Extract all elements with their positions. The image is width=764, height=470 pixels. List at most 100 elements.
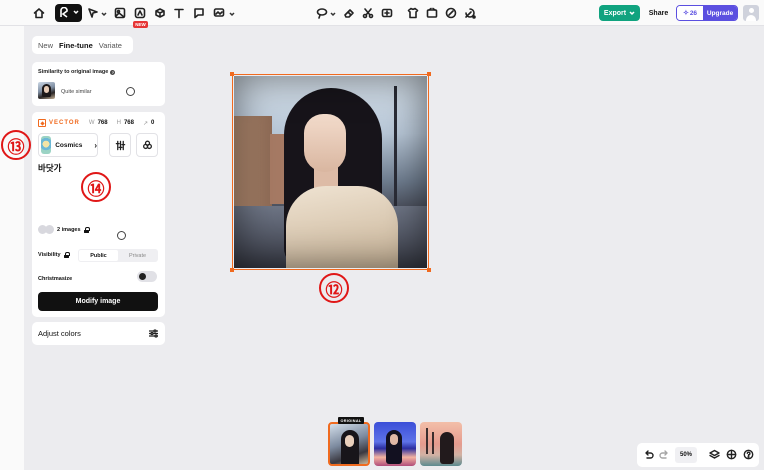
export-button[interactable]: Export [599,5,640,21]
sliders-vertical-icon [115,140,125,150]
adjust-colors-card[interactable]: Adjust colors [32,322,165,345]
chevron-down-icon[interactable] [330,10,336,17]
canvas-image-frame[interactable] [230,72,431,272]
callout-13: ⑬ [1,130,31,160]
export-label: Export [603,9,627,17]
callout-14: ⑭ [81,172,111,202]
resize-handle-top-left[interactable] [230,72,234,76]
style-brush-icon[interactable] [444,6,458,20]
thumbnail-original[interactable] [328,422,370,466]
visibility-row: Visibility [38,252,70,258]
canvas-photo[interactable] [234,76,427,268]
cosmics-style-thumbnail [41,136,52,154]
callout-12: ⑫ [319,273,349,303]
width-value: 768 [97,120,108,126]
help-circle-icon[interactable] [743,449,754,460]
resize-handle-bottom-right[interactable] [427,268,431,272]
width-label: W [88,120,95,126]
christmasize-toggle[interactable] [137,271,157,282]
fine-tune-card: VECTOR W 768 H 768 ↗ 0 Cosmics › 바닷가 2 i… [32,112,165,317]
text-icon[interactable] [172,6,186,20]
sliders-icon[interactable] [148,328,159,339]
eraser-icon[interactable] [342,6,356,20]
visibility-private-option[interactable]: Private [118,250,157,261]
angle-value: 0 [150,120,155,126]
scene-icon[interactable] [425,6,439,20]
upscale-icon[interactable] [380,6,394,20]
image-count-icon [38,225,54,235]
adjust-colors-label: Adjust colors [38,329,81,338]
chevron-down-icon[interactable] [73,8,79,15]
original-badge: ORIGINAL [338,417,364,424]
new-badge: NEW [133,21,148,28]
chevron-down-icon [629,10,635,16]
avatar-head-shape [748,8,754,13]
mode-tabs: New Fine-tune Variate [32,36,133,54]
similarity-title: Similarity to original image ? [38,69,116,75]
vector-label: VECTOR [49,120,80,126]
credits-widget[interactable]: ✧ 26 Upgrade [676,5,738,21]
vector-logo-icon [38,119,46,127]
similarity-card: Similarity to original image ? Quite sim… [32,62,165,106]
credits-value: 26 [689,9,698,17]
lasso-icon[interactable] [315,6,329,20]
height-value: 768 [123,120,134,126]
image-export-icon[interactable] [212,6,226,20]
resize-handle-top-right[interactable] [427,72,431,76]
tab-fine-tune[interactable]: Fine-tune [56,41,96,50]
undo-icon[interactable] [643,449,654,460]
scissors-icon[interactable] [361,6,375,20]
magic-edit-icon[interactable] [463,6,477,20]
visibility-toggle: Public Private [78,249,158,262]
left-rail [0,26,24,470]
bottom-controls: 50% [637,443,759,467]
help-icon[interactable]: ? [110,69,116,75]
variation-thumbnail-strip [326,418,466,470]
tab-variate[interactable]: Variate [96,41,125,50]
home-icon[interactable] [32,6,46,20]
prompt-text[interactable]: 바닷가 [38,162,61,174]
upgrade-button[interactable]: Upgrade [703,6,737,20]
avatar-body-shape [746,15,756,21]
image-count-radio[interactable] [117,231,126,240]
vector-info-row: VECTOR W 768 H 768 ↗ 0 [38,119,154,127]
pen-tool-icon[interactable] [86,6,100,20]
gallery-icon[interactable] [726,449,737,460]
visibility-public-option[interactable]: Public [79,250,118,261]
zoom-level[interactable]: 50% [675,447,697,463]
chevron-down-icon[interactable] [101,10,107,17]
layers-icon[interactable] [709,449,720,460]
user-avatar-button[interactable] [743,5,759,21]
sparkle-icon: ✧ [682,10,689,17]
thumbnail-variation-1[interactable] [374,422,416,466]
image-count-row: 2 images [38,225,90,235]
credits-count[interactable]: ✧ 26 [677,6,703,20]
palette-icon [142,140,152,149]
style-name: Cosmics [55,141,83,149]
similarity-radio[interactable] [126,87,135,96]
christmasize-label: Christmasize [38,276,73,282]
lock-icon [83,227,90,233]
shirt-icon[interactable] [406,6,420,20]
image-count-label: 2 images [57,227,81,233]
image-icon[interactable] [113,6,127,20]
modify-image-button[interactable]: Modify image [38,292,158,311]
resize-handle-bottom-left[interactable] [230,268,234,272]
color-palette-button[interactable] [136,133,158,157]
redo-icon[interactable] [659,449,670,460]
share-button[interactable]: Share [645,5,672,21]
adjust-settings-button[interactable] [109,133,131,157]
style-selector-button[interactable]: Cosmics › [38,133,98,157]
visibility-label: Visibility [38,252,61,258]
thumbnail-variation-2[interactable] [420,422,462,466]
top-toolbar: NEW Export Share ✧ 26 Upgrade [0,0,764,28]
comment-icon[interactable] [192,6,206,20]
height-label: H [116,120,121,126]
angle-label: ↗ [142,120,148,127]
chevron-down-icon[interactable] [229,10,235,17]
original-image-thumbnail [38,82,55,99]
similarity-title-text: Similarity to original image [38,69,109,75]
tab-new[interactable]: New [32,41,56,50]
mockup-icon[interactable] [153,6,167,20]
ai-generate-icon[interactable] [133,6,147,20]
